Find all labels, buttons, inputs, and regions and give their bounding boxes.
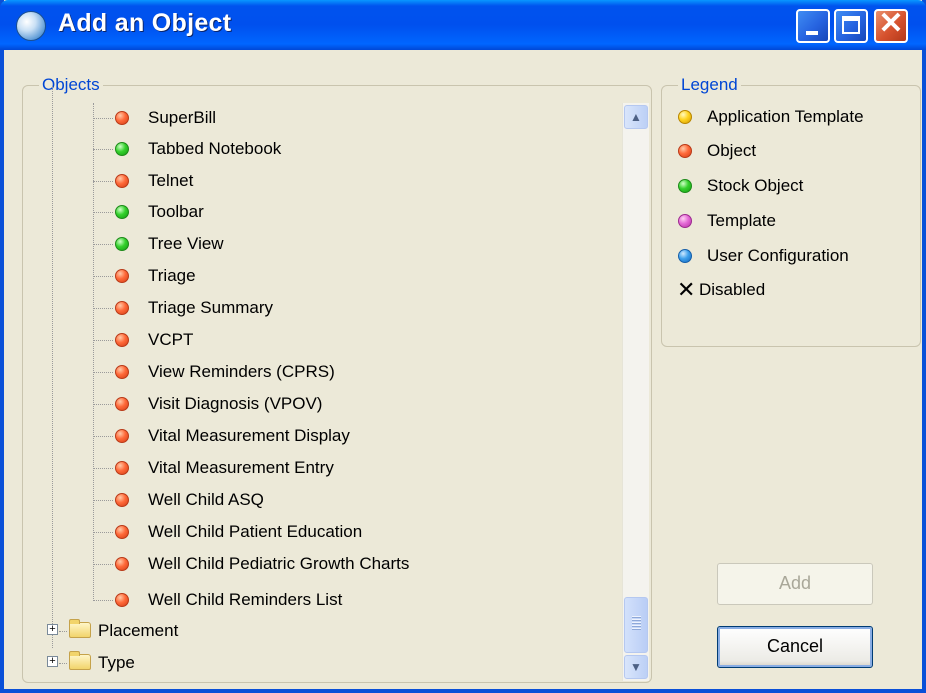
expand-icon[interactable]: + [47,624,58,635]
template-icon [678,214,692,228]
tree-item-label: Tabbed Notebook [148,139,282,158]
tree-item-label: View Reminders (CPRS) [148,362,335,381]
object-status-icon [115,174,129,188]
expand-icon[interactable]: + [47,656,58,667]
objects-tree[interactable]: SuperBill Tabbed Notebook Telnet Toolbar [23,86,620,682]
object-status-icon [115,269,129,283]
tree-item-label: Vital Measurement Display [148,426,350,445]
stock-object-icon [678,179,692,193]
minimize-icon [806,31,818,35]
legend-item-label: Template [707,211,776,230]
object-status-icon [115,397,129,411]
object-status-icon [115,593,129,607]
object-status-icon [115,365,129,379]
tree-item-label: Tree View [148,234,224,253]
object-status-icon [115,111,129,125]
object-status-icon [115,429,129,443]
tree-item-label: Visit Diagnosis (VPOV) [148,394,323,413]
object-status-icon [115,557,129,571]
maximize-icon [842,16,860,34]
tree-item-label: Triage [148,266,196,285]
tree-item-label: Well Child ASQ [148,490,264,509]
scrollbar-thumb[interactable] [624,597,648,653]
scroll-down-button[interactable]: ▼ [624,655,648,679]
tree-item-label: Toolbar [148,202,204,221]
tree-folder-label: Placement [98,621,179,640]
folder-icon [69,619,91,638]
application-template-icon [678,110,692,124]
add-object-dialog: Add an Object ✕ Objects SuperBill Tabbed… [0,0,926,693]
stock-object-status-icon [115,237,129,251]
tree-connector [93,103,94,601]
tree-item-label: SuperBill [148,108,217,127]
chevron-down-icon: ▼ [630,660,642,674]
objects-group: Objects SuperBill Tabbed Notebook Telnet [22,75,652,683]
cancel-button[interactable]: Cancel [717,626,873,668]
tree-item-label: Vital Measurement Entry [148,458,334,477]
tree-item-label: Well Child Reminders List [148,590,343,609]
legend-item-label: Object [707,141,757,160]
object-icon [678,144,692,158]
tree-item-label: Telnet [148,171,194,190]
stock-object-status-icon [115,142,129,156]
tree-item-label: VCPT [148,330,194,349]
tree-item-label: Triage Summary [148,298,274,317]
legend-group-title: Legend [678,75,741,95]
vertical-scrollbar[interactable]: ▲ ▼ [622,103,649,681]
legend-group: Legend Application Template Object Stock… [661,75,921,347]
scroll-up-button[interactable]: ▲ [624,105,648,129]
x-mark-icon: ✕ [677,277,696,302]
minimize-button[interactable] [796,9,830,43]
stock-object-status-icon [115,205,129,219]
tree-item-label: Well Child Pediatric Growth Charts [148,554,410,573]
legend-item-label: User Configuration [707,246,849,265]
tree-connector [52,86,53,648]
legend-item-label: Disabled [699,280,766,299]
add-button[interactable]: Add [717,563,873,605]
tree-folder-label: Type [98,653,135,672]
title-bar[interactable]: Add an Object ✕ [0,0,926,50]
grip-icon [632,616,641,630]
folder-icon [69,651,91,670]
close-icon: ✕ [878,7,904,40]
close-button[interactable]: ✕ [874,7,908,43]
window-title: Add an Object [58,9,232,37]
legend-item-label: Application Template [707,107,864,126]
chevron-up-icon: ▲ [630,110,642,124]
app-logo-icon [16,11,46,41]
object-status-icon [115,493,129,507]
maximize-button[interactable] [834,9,868,43]
user-configuration-icon [678,249,692,263]
legend-item-label: Stock Object [707,176,804,195]
object-status-icon [115,525,129,539]
object-status-icon [115,301,129,315]
object-status-icon [115,333,129,347]
tree-item-label: Well Child Patient Education [148,522,363,541]
object-status-icon [115,461,129,475]
